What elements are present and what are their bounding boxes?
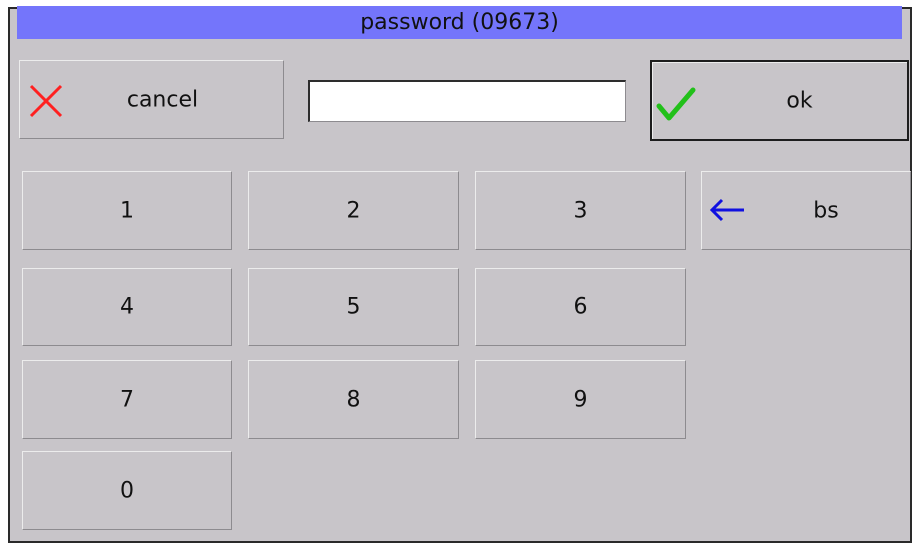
arrow-left-icon xyxy=(709,198,744,222)
key-label: 7 xyxy=(120,387,134,412)
key-2[interactable]: 2 xyxy=(248,171,459,250)
key-1[interactable]: 1 xyxy=(22,171,232,250)
key-label: 1 xyxy=(120,198,134,223)
key-label: 2 xyxy=(346,198,361,223)
key-5[interactable]: 5 xyxy=(248,268,459,346)
key-9[interactable]: 9 xyxy=(475,360,686,439)
key-3[interactable]: 3 xyxy=(475,171,686,250)
checkmark-icon xyxy=(656,87,696,121)
cancel-button-label: cancel xyxy=(126,87,199,112)
password-input[interactable] xyxy=(308,80,626,122)
key-0[interactable]: 0 xyxy=(22,451,232,530)
key-7[interactable]: 7 xyxy=(22,360,232,439)
key-label: 4 xyxy=(120,294,134,320)
key-label: 9 xyxy=(573,387,588,412)
ok-button-label: ok xyxy=(786,88,813,113)
key-label: 3 xyxy=(573,198,588,223)
key-6[interactable]: 6 xyxy=(475,268,686,346)
dialog-title: password (09673) xyxy=(17,6,902,39)
key-label: 0 xyxy=(120,478,134,503)
key-4[interactable]: 4 xyxy=(22,268,232,346)
cancel-button[interactable]: cancel xyxy=(19,60,284,139)
key-label: 8 xyxy=(346,387,361,412)
key-label: 6 xyxy=(573,294,588,320)
ok-button[interactable]: ok xyxy=(650,60,909,141)
backspace-button[interactable]: bs xyxy=(701,171,911,250)
backspace-button-label: bs xyxy=(813,198,839,223)
key-8[interactable]: 8 xyxy=(248,360,459,439)
key-label: 5 xyxy=(346,294,361,320)
